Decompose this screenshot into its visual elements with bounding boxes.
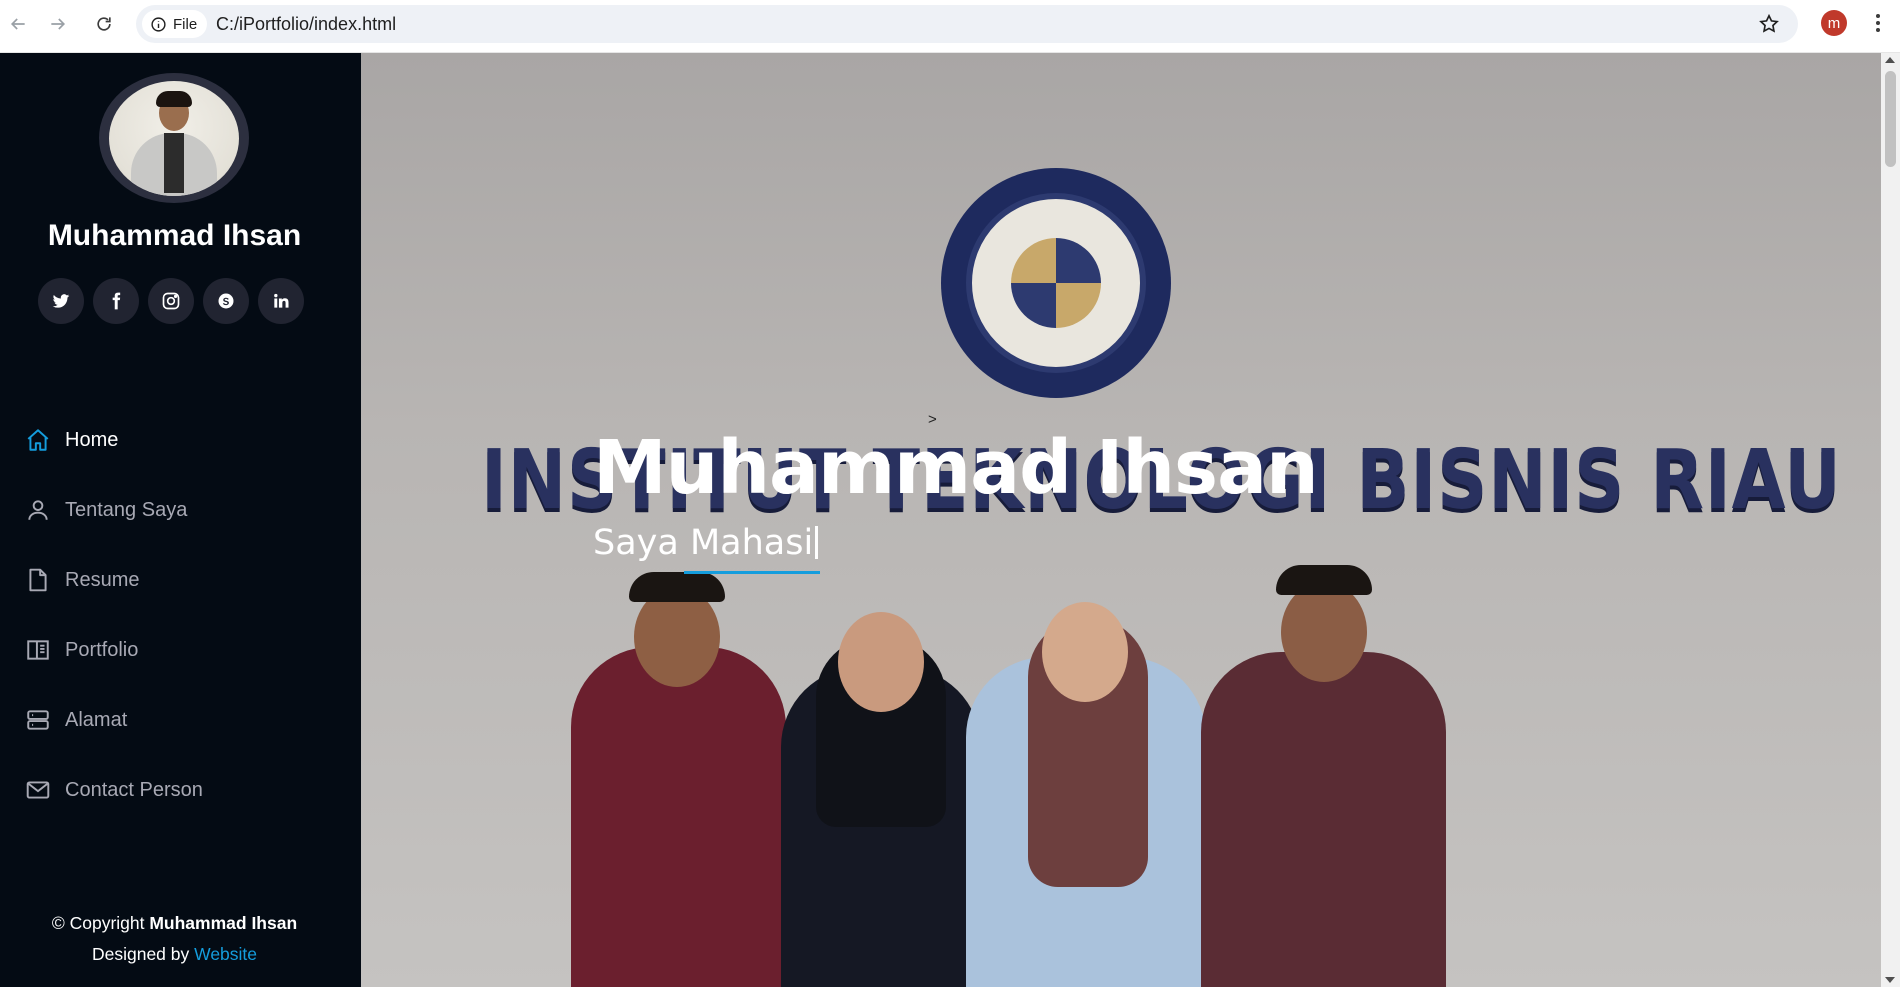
- nav-item-label: Resume: [65, 568, 140, 591]
- nav-item-portfolio[interactable]: Portfolio: [25, 615, 203, 685]
- profile-photo: [99, 73, 249, 203]
- designed-prefix: Designed by: [91, 944, 195, 964]
- nav-item-alamat[interactable]: Alamat: [25, 685, 203, 755]
- scroll-down-arrow-icon[interactable]: [1885, 977, 1895, 983]
- address-bar[interactable]: File C:/iPortfolio/index.html: [136, 5, 1798, 43]
- linkedin-link[interactable]: [258, 278, 304, 324]
- site-chip-label: File: [173, 15, 198, 33]
- hero-typed-subtitle: Saya Mahasi: [593, 523, 819, 563]
- nav-item-label: Home: [65, 428, 119, 451]
- back-button[interactable]: [4, 10, 32, 38]
- nav-item-home[interactable]: Home: [25, 405, 203, 475]
- home-icon: [27, 429, 49, 451]
- sidebar: Muhammad Ihsan Home Tentang Saya Resume: [0, 53, 361, 987]
- copyright-line: © Copyright Muhammad Ihsan: [0, 908, 349, 939]
- scroll-up-arrow-icon[interactable]: [1885, 57, 1895, 63]
- copyright-name: Muhammad Ihsan: [149, 913, 298, 933]
- server-icon: [27, 710, 49, 730]
- social-links: [38, 278, 304, 324]
- person-hair: [629, 572, 725, 602]
- twitter-icon: [52, 294, 70, 308]
- instagram-icon: [162, 292, 180, 310]
- sidebar-footer: © Copyright Muhammad Ihsan Designed by W…: [0, 908, 349, 970]
- book-icon: [27, 640, 49, 660]
- info-icon: [151, 16, 166, 32]
- hero-section: INSTITUT TEKNOLOGI BISNIS RIAU > Muhamma…: [361, 53, 1881, 987]
- reload-icon: [97, 17, 111, 31]
- envelope-icon: [26, 781, 50, 799]
- arrow-left-icon: [10, 18, 25, 30]
- copyright-prefix: © Copyright: [51, 913, 150, 933]
- typed-text: Saya Mahasi: [593, 523, 814, 563]
- designer-link[interactable]: Website: [194, 944, 257, 964]
- nav-item-resume[interactable]: Resume: [25, 545, 203, 615]
- browser-toolbar: File C:/iPortfolio/index.html m: [0, 0, 1900, 53]
- nav-item-label: Alamat: [65, 708, 128, 731]
- arrow-right-icon: [51, 18, 66, 30]
- nav-item-contact-person[interactable]: Contact Person: [25, 755, 203, 825]
- nav-item-tentang-saya[interactable]: Tentang Saya: [25, 475, 203, 545]
- skype-icon: [218, 293, 234, 309]
- file-icon: [29, 568, 47, 592]
- page-scrollbar[interactable]: [1881, 53, 1900, 987]
- person-face: [838, 612, 924, 712]
- facebook-link[interactable]: [93, 278, 139, 324]
- designed-by-line: Designed by Website: [0, 939, 349, 970]
- skype-link[interactable]: [203, 278, 249, 324]
- nav-item-label: Tentang Saya: [65, 498, 188, 521]
- person-icon: [28, 500, 48, 520]
- twitter-link[interactable]: [38, 278, 84, 324]
- bookmark-star-icon[interactable]: [1758, 13, 1780, 35]
- profile-name[interactable]: Muhammad Ihsan: [0, 219, 349, 253]
- linkedin-icon: [274, 293, 289, 308]
- url-text[interactable]: C:/iPortfolio/index.html: [216, 14, 396, 35]
- institute-seal: [941, 168, 1171, 398]
- facebook-icon: [112, 292, 121, 310]
- profile-avatar[interactable]: m: [1821, 10, 1847, 36]
- scroll-thumb[interactable]: [1885, 71, 1896, 167]
- typing-caret: [815, 526, 819, 559]
- nav-menu: Home Tentang Saya Resume Portfolio Alama…: [25, 405, 203, 825]
- nav-item-label: Contact Person: [65, 778, 203, 801]
- forward-button[interactable]: [44, 10, 72, 38]
- nav-item-label: Portfolio: [65, 638, 139, 661]
- site-info-chip[interactable]: File: [142, 10, 208, 38]
- person-figure: [571, 647, 786, 987]
- reload-button[interactable]: [90, 10, 118, 38]
- hero-title: Muhammad Ihsan: [593, 425, 1319, 511]
- accent-underline: [684, 571, 820, 574]
- person-face: [1281, 582, 1367, 682]
- person-face: [1042, 602, 1128, 702]
- person-face: [634, 587, 720, 687]
- instagram-link[interactable]: [148, 278, 194, 324]
- person-hair: [1276, 565, 1372, 595]
- person-figure: [1201, 652, 1446, 987]
- browser-menu-icon[interactable]: [1868, 10, 1888, 36]
